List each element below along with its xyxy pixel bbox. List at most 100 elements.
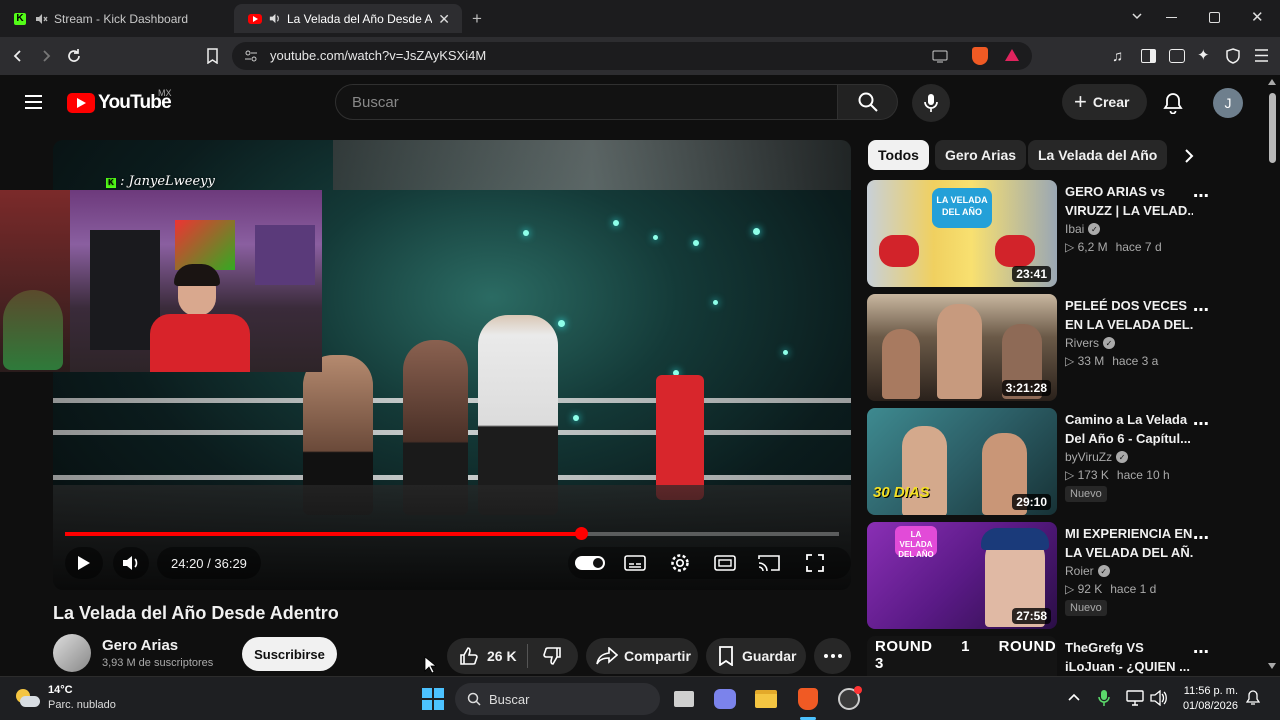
- address-bar[interactable]: youtube.com/watch?v=JsZAyKSXi4M: [232, 42, 1032, 70]
- video-thumbnail[interactable]: 30 DIAS 29:10: [867, 408, 1057, 515]
- more-vertical-icon[interactable]: ⋯: [1193, 186, 1210, 206]
- cast-button[interactable]: [757, 552, 781, 574]
- tab-youtube-video[interactable]: La Velada del Año Desde Aden ✕: [234, 4, 462, 33]
- recommendation-channel[interactable]: Ibai ✓: [1065, 222, 1101, 236]
- close-tab-icon[interactable]: ✕: [438, 11, 450, 28]
- subtitles-icon: [624, 555, 646, 571]
- obs-app-icon[interactable]: [835, 685, 863, 713]
- video-thumbnail[interactable]: LA VELADA DEL AÑO 23:41: [867, 180, 1057, 287]
- video-thumbnail[interactable]: LA VELADA DEL AÑO 27:58: [867, 522, 1057, 629]
- teams-chat-icon[interactable]: [711, 685, 739, 713]
- like-button[interactable]: 26 K: [447, 646, 527, 666]
- more-actions-button[interactable]: [814, 638, 851, 674]
- chip-la-velada[interactable]: La Velada del Año: [1028, 140, 1168, 170]
- maximize-icon[interactable]: [1209, 12, 1220, 23]
- notifications-bell-icon[interactable]: [1163, 92, 1183, 114]
- webcam-poster: [255, 225, 315, 285]
- leo-ai-icon[interactable]: ✦: [1197, 46, 1210, 64]
- youtube-logo[interactable]: YouTube MX: [67, 88, 172, 114]
- site-settings-icon[interactable]: [244, 49, 258, 63]
- forward-icon[interactable]: [39, 49, 53, 63]
- bookmark-icon[interactable]: [206, 48, 219, 64]
- volume-button[interactable]: [113, 547, 149, 579]
- views-label: ▷ 33 M: [1065, 354, 1105, 368]
- scroll-up-icon[interactable]: [1268, 79, 1276, 85]
- theater-mode-button[interactable]: [713, 552, 737, 574]
- windows-start-icon[interactable]: [419, 685, 447, 713]
- media-icon[interactable]: ♫: [1112, 48, 1123, 65]
- recommendation-channel[interactable]: byViruZz ✓: [1065, 450, 1129, 464]
- wallet-icon[interactable]: [1169, 49, 1185, 63]
- recommendation-item[interactable]: 30 DIAS 29:10 Camino a La Velada Del Año…: [867, 408, 1257, 516]
- notification-bell-icon[interactable]: [1246, 690, 1260, 706]
- task-view-icon[interactable]: [670, 685, 698, 713]
- voice-search-button[interactable]: [912, 84, 950, 122]
- vpn-icon[interactable]: [1226, 48, 1240, 64]
- account-avatar[interactable]: J: [1213, 88, 1243, 118]
- sidebar-icon[interactable]: [1141, 49, 1156, 63]
- chip-gero-arias[interactable]: Gero Arias: [935, 140, 1027, 170]
- recommendation-item[interactable]: LA VELADA DEL AÑO 23:41 GERO ARIAS vs VI…: [867, 180, 1257, 288]
- autoplay-toggle[interactable]: [575, 554, 605, 572]
- video-thumbnail[interactable]: 3:21:28: [867, 294, 1057, 401]
- more-vertical-icon[interactable]: ⋯: [1193, 642, 1210, 662]
- subtitles-button[interactable]: [623, 552, 647, 574]
- scrollbar-thumb[interactable]: [1269, 93, 1276, 163]
- tab-kick-dashboard[interactable]: K Stream - Kick Dashboard: [0, 4, 232, 33]
- more-vertical-icon[interactable]: ⋯: [1193, 528, 1210, 548]
- recommendation-channel[interactable]: Roier ✓: [1065, 564, 1110, 578]
- back-icon[interactable]: [11, 49, 25, 63]
- recommendation-item[interactable]: LA VELADA DEL AÑO 27:58 MI EXPERIENCIA E…: [867, 522, 1257, 630]
- cast-tab-icon[interactable]: [932, 49, 948, 63]
- tab-list-chevron-icon[interactable]: [1131, 10, 1143, 22]
- search-button[interactable]: [838, 84, 898, 120]
- thumbnail-person: [902, 426, 947, 515]
- recommendation-item[interactable]: 3:21:28 PELEÉ DOS VECES EN LA VELADA DEL…: [867, 294, 1257, 402]
- play-button[interactable]: [65, 547, 103, 579]
- gear-icon: [670, 553, 690, 573]
- more-vertical-icon[interactable]: ⋯: [1193, 414, 1210, 434]
- taskbar-clock[interactable]: 11:56 p. m. 01/08/2026: [1178, 684, 1238, 714]
- thumbs-down-icon: [542, 646, 562, 666]
- volume-tray-icon[interactable]: [1150, 690, 1168, 706]
- play-icon: [77, 555, 91, 571]
- fullscreen-button[interactable]: [803, 552, 827, 574]
- create-button[interactable]: + Crear: [1062, 84, 1147, 120]
- browser-menu-icon[interactable]: [1254, 49, 1269, 62]
- new-tab-icon[interactable]: +: [472, 9, 482, 29]
- close-window-icon[interactable]: ✕: [1251, 8, 1264, 26]
- share-button[interactable]: Compartir: [586, 638, 698, 674]
- minimize-icon[interactable]: [1166, 17, 1177, 18]
- brave-browser-icon[interactable]: [794, 685, 822, 713]
- save-button[interactable]: Guardar: [706, 638, 806, 674]
- region-code: MX: [158, 88, 172, 98]
- settings-button[interactable]: [668, 552, 692, 574]
- microphone-tray-icon[interactable]: [1098, 689, 1110, 707]
- more-vertical-icon[interactable]: ⋯: [1193, 300, 1210, 320]
- chip-todos[interactable]: Todos: [868, 140, 929, 170]
- video-thumbnail[interactable]: ROUND 1 ROUND 3: [867, 636, 1057, 676]
- page-scrollbar[interactable]: [1265, 75, 1280, 675]
- recommendation-channel[interactable]: Rivers ✓: [1065, 336, 1116, 350]
- weather-widget[interactable]: 14°C Parc. nublado: [14, 683, 116, 713]
- brave-shields-icon[interactable]: [972, 47, 988, 65]
- recommendation-item[interactable]: ROUND 1 ROUND 3 TheGrefg VS iLoJuan - ¿Q…: [867, 636, 1257, 676]
- progress-bar[interactable]: [65, 527, 839, 540]
- dislike-button[interactable]: [528, 646, 562, 666]
- channel-name[interactable]: Gero Arias: [102, 637, 178, 654]
- webcam-username: : JanyeLweeyy: [120, 174, 215, 189]
- hamburger-menu-icon[interactable]: [24, 94, 43, 110]
- reload-icon[interactable]: [66, 48, 82, 64]
- file-explorer-icon[interactable]: [752, 685, 780, 713]
- brave-rewards-icon[interactable]: [1004, 48, 1020, 62]
- search-input[interactable]: Buscar: [335, 84, 838, 120]
- stadium-light: [713, 300, 718, 305]
- subscribe-button[interactable]: Suscribirse: [242, 637, 337, 671]
- network-icon[interactable]: [1126, 690, 1144, 706]
- chips-next-chevron-icon[interactable]: [1184, 148, 1194, 164]
- scroll-down-icon[interactable]: [1268, 663, 1276, 669]
- channel-avatar[interactable]: [53, 634, 91, 672]
- taskbar-search[interactable]: Buscar: [455, 683, 660, 715]
- search-icon: [858, 92, 878, 112]
- tray-overflow-chevron-icon[interactable]: [1068, 693, 1080, 701]
